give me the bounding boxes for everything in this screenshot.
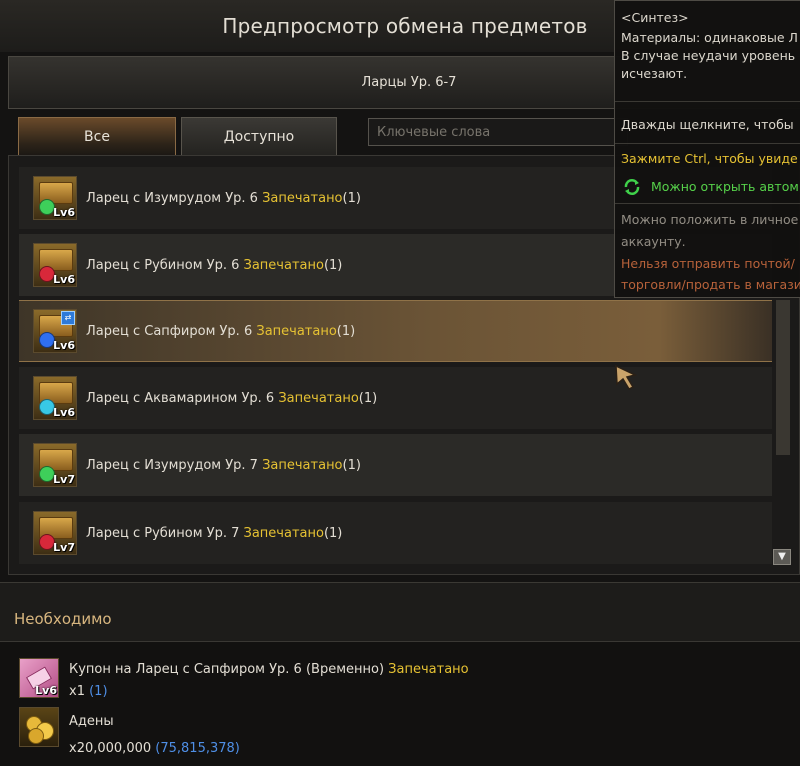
item-label: Ларец с Аквамарином Ур. 6 Запечатано(1) — [86, 390, 378, 406]
item-label: Ларец с Рубином Ур. 6 Запечатано(1) — [86, 257, 343, 273]
tab-available[interactable]: Доступно — [181, 117, 337, 156]
tooltip-fail: В случае неудачи уровень — [621, 48, 796, 63]
item-label: Ларец с Сапфиром Ур. 6 Запечатано(1) — [86, 323, 356, 339]
tooltip-materials: Материалы: одинаковые Л — [621, 30, 798, 45]
required-item-name: Адены — [69, 714, 114, 729]
tooltip-storage: Можно положить в личное — [621, 212, 799, 227]
emerald-chest-icon: Lv6 — [33, 176, 77, 220]
sapphire-chest-icon: ⇄ Lv6 — [33, 309, 77, 353]
required-panel: Необходимо Lv6 Купон на Ларец с Сапфиром… — [0, 582, 800, 766]
coupon-icon: Lv6 — [19, 658, 59, 698]
scroll-down-button[interactable]: ▼ — [773, 549, 791, 565]
search-input[interactable] — [368, 118, 628, 146]
required-header: Необходимо — [0, 583, 800, 642]
tooltip-vanish: исчезают. — [621, 66, 688, 81]
item-label: Ларец с Рубином Ур. 7 Запечатано(1) — [86, 525, 343, 541]
aquamarine-chest-icon: Lv6 — [33, 376, 77, 420]
tooltip-dblclick: Дважды щелкните, чтобы — [621, 117, 794, 132]
tab-all[interactable]: Все — [18, 117, 176, 156]
emerald-chest-icon: Lv7 — [33, 443, 77, 487]
exchange-badge-icon: ⇄ — [61, 311, 75, 325]
tooltip-ctrl: Зажмите Ctrl, чтобы увиде — [621, 151, 798, 166]
scrollbar-thumb[interactable] — [776, 300, 790, 455]
required-title: Необходимо — [14, 610, 112, 628]
tooltip-synth: <Синтез> — [621, 10, 689, 25]
tooltip-no-trade: торговли/продать в магази — [621, 277, 800, 292]
item-label: Ларец с Изумрудом Ур. 6 Запечатано(1) — [86, 190, 361, 206]
list-item[interactable]: Lv7 Ларец с Рубином Ур. 7 Запечатано(1) — [19, 502, 772, 564]
list-item[interactable]: Lv7 Ларец с Изумрудом Ур. 7 Запечатано(1… — [19, 434, 772, 496]
item-label: Ларец с Изумрудом Ур. 7 Запечатано(1) — [86, 457, 361, 473]
mouse-cursor-icon — [615, 364, 638, 390]
list-item[interactable]: Lv6 Ларец с Аквамарином Ур. 6 Запечатано… — [19, 367, 772, 429]
required-item-qty: x1 (1) — [69, 684, 108, 699]
required-item-qty: x20,000,000 (75,815,378) — [69, 741, 240, 756]
required-item-name: Купон на Ларец с Сапфиром Ур. 6 (Временн… — [69, 662, 469, 677]
ruby-chest-icon: Lv6 — [33, 243, 77, 287]
ruby-chest-icon: Lv7 — [33, 511, 77, 555]
adena-icon — [19, 707, 59, 747]
list-item-selected[interactable]: ⇄ Lv6 Ларец с Сапфиром Ур. 6 Запечатано(… — [19, 300, 772, 362]
tooltip-auto-open: Можно открыть автом — [651, 179, 799, 194]
auto-open-icon — [624, 179, 640, 195]
item-tooltip: <Синтез> Материалы: одинаковые Л В случа… — [614, 0, 800, 298]
tooltip-no-mail: Нельзя отправить почтой/ — [621, 256, 795, 271]
tooltip-account: аккаунту. — [621, 234, 686, 249]
